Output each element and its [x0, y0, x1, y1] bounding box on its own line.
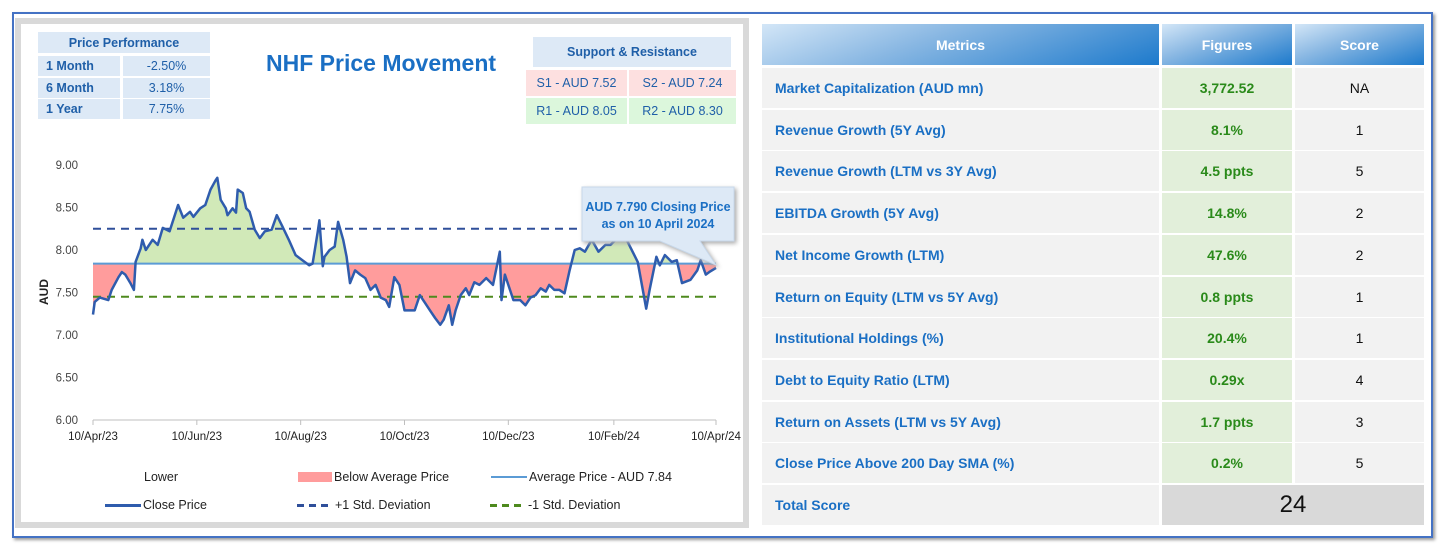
header-figures: Figures: [1162, 24, 1292, 65]
y-tick-label: 6.50: [56, 373, 78, 385]
legend-below-label: Below Average Price: [334, 470, 450, 484]
total-label: Total Score: [762, 485, 1159, 525]
metric-cell: Net Income Growth (LTM): [762, 234, 1159, 275]
metric-cell: Return on Equity (LTM vs 5Y Avg): [762, 276, 1159, 317]
figure-cell: 1.7 ppts: [1162, 401, 1292, 442]
figure-cell: 0.29x: [1162, 359, 1292, 400]
score-cell: 2: [1295, 234, 1424, 275]
score-cell: 5: [1295, 443, 1424, 484]
x-tick-label: 10/Jun/23: [172, 431, 223, 443]
score-cell: 3: [1295, 401, 1424, 442]
metric-cell: Institutional Holdings (%): [762, 318, 1159, 359]
metric-cell: EBITDA Growth (5Y Avg): [762, 193, 1159, 234]
figure-cell: 0.8 ppts: [1162, 276, 1292, 317]
header-metrics: Metrics: [762, 24, 1159, 65]
x-tick-label: 10/Dec/23: [482, 431, 534, 443]
callout-line1: AUD 7.790 Closing Price: [585, 200, 730, 214]
x-tick-label: 10/Aug/23: [274, 431, 326, 443]
y-tick-label: 7.00: [56, 330, 78, 342]
metric-cell: Revenue Growth (LTM vs 3Y Avg): [762, 151, 1159, 192]
close-line-swatch-icon: [105, 503, 141, 507]
y-tick-label: 9.00: [56, 160, 78, 172]
below-fill-swatch-icon: [298, 472, 332, 482]
metric-cell: Market Capitalization (AUD mn): [762, 68, 1159, 108]
figure-cell: 47.6%: [1162, 234, 1292, 275]
figure-cell: 4.5 ppts: [1162, 151, 1292, 192]
plus-std-swatch-icon: [297, 503, 333, 507]
score-cell: 4: [1295, 359, 1424, 400]
score-cell: 2: [1295, 193, 1424, 234]
score-cell: 5: [1295, 151, 1424, 192]
average-line-swatch-icon: [491, 476, 527, 478]
y-tick-label: 7.50: [56, 288, 78, 300]
legend-close-label: Close Price: [143, 498, 207, 512]
figure-cell: 3,772.52: [1162, 68, 1292, 108]
score-cell: 1: [1295, 318, 1424, 359]
y-axis-label: AUD: [37, 279, 51, 305]
figure-cell: 8.1%: [1162, 109, 1292, 150]
legend-below-average: Below Average Price: [298, 470, 449, 484]
x-tick-label: 10/Apr/23: [68, 431, 118, 443]
metric-cell: Close Price Above 200 Day SMA (%): [762, 443, 1159, 484]
legend-average-label: Average Price - AUD 7.84: [529, 470, 672, 484]
callout-line2: as on 10 April 2024: [602, 217, 715, 231]
legend-close: Close Price: [105, 498, 207, 512]
metric-cell: Return on Assets (LTM vs 5Y Avg): [762, 401, 1159, 442]
x-tick-label: 10/Feb/24: [588, 431, 640, 443]
total-value: 24: [1162, 485, 1424, 525]
x-tick-label: 10/Apr/24: [691, 431, 741, 443]
legend-minus-std: -1 Std. Deviation: [490, 498, 620, 512]
header-score: Score: [1295, 24, 1424, 65]
y-tick-label: 8.50: [56, 203, 78, 215]
legend-plus-std: +1 Std. Deviation: [297, 498, 431, 512]
legend-minus-std-label: -1 Std. Deviation: [528, 498, 621, 512]
figure-cell: 14.8%: [1162, 193, 1292, 234]
legend-average: Average Price - AUD 7.84: [491, 470, 672, 484]
score-cell: 1: [1295, 109, 1424, 150]
metric-cell: Revenue Growth (5Y Avg): [762, 109, 1159, 150]
x-tick-label: 10/Oct/23: [380, 431, 430, 443]
score-cell: 1: [1295, 276, 1424, 317]
figure-cell: 0.2%: [1162, 443, 1292, 484]
legend-lower: Lower: [144, 470, 178, 484]
score-cell: NA: [1295, 68, 1424, 108]
minus-std-swatch-icon: [490, 503, 526, 507]
legend-plus-std-label: +1 Std. Deviation: [335, 498, 431, 512]
y-tick-label: 6.00: [56, 415, 78, 427]
metric-cell: Debt to Equity Ratio (LTM): [762, 359, 1159, 400]
y-tick-label: 8.00: [56, 245, 78, 257]
legend-lower-label: Lower: [144, 470, 179, 484]
figure-cell: 20.4%: [1162, 318, 1292, 359]
